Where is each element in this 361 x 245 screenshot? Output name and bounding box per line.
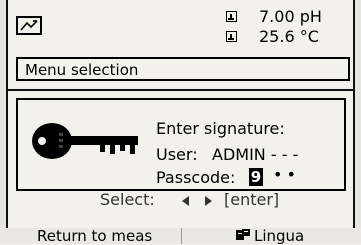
select-arrows-icon bbox=[182, 196, 212, 206]
dialog-title: Enter signature: bbox=[156, 119, 285, 138]
language-icon[interactable] bbox=[236, 229, 250, 241]
divider bbox=[8, 89, 353, 91]
lingua-softkey[interactable]: Lingua bbox=[254, 228, 304, 244]
return-to-meas-softkey[interactable]: Return to meas bbox=[37, 228, 152, 244]
user-label: User: bbox=[156, 145, 198, 164]
frame-border-left bbox=[6, 0, 8, 228]
menu-selection-label: Menu selection bbox=[25, 61, 139, 79]
sensor-icon bbox=[226, 31, 237, 42]
enter-hint: [enter] bbox=[224, 190, 280, 209]
device-screen: 7.00 pH 25.6 °C Menu selection Select: [… bbox=[0, 0, 361, 244]
signature-dialog: Enter signature: User: ADMIN - - - Passc… bbox=[16, 98, 346, 191]
passcode-digit-input[interactable]: 9 bbox=[249, 168, 263, 186]
passcode-label: Passcode: bbox=[156, 168, 236, 187]
frame-right bbox=[355, 0, 361, 244]
measurement-mode-icon bbox=[16, 16, 42, 35]
key-icon bbox=[32, 123, 138, 159]
passcode-masked-digits: •• bbox=[273, 165, 300, 184]
reading-value: 25.6 °C bbox=[259, 27, 319, 46]
sensor-icon bbox=[226, 11, 237, 22]
user-value: ADMIN - - - bbox=[212, 145, 299, 164]
reading-value: 7.00 pH bbox=[259, 7, 322, 26]
softkey-divider bbox=[181, 228, 182, 244]
select-hint: Select: bbox=[100, 190, 155, 209]
menu-selection-bar: Menu selection bbox=[16, 57, 350, 81]
